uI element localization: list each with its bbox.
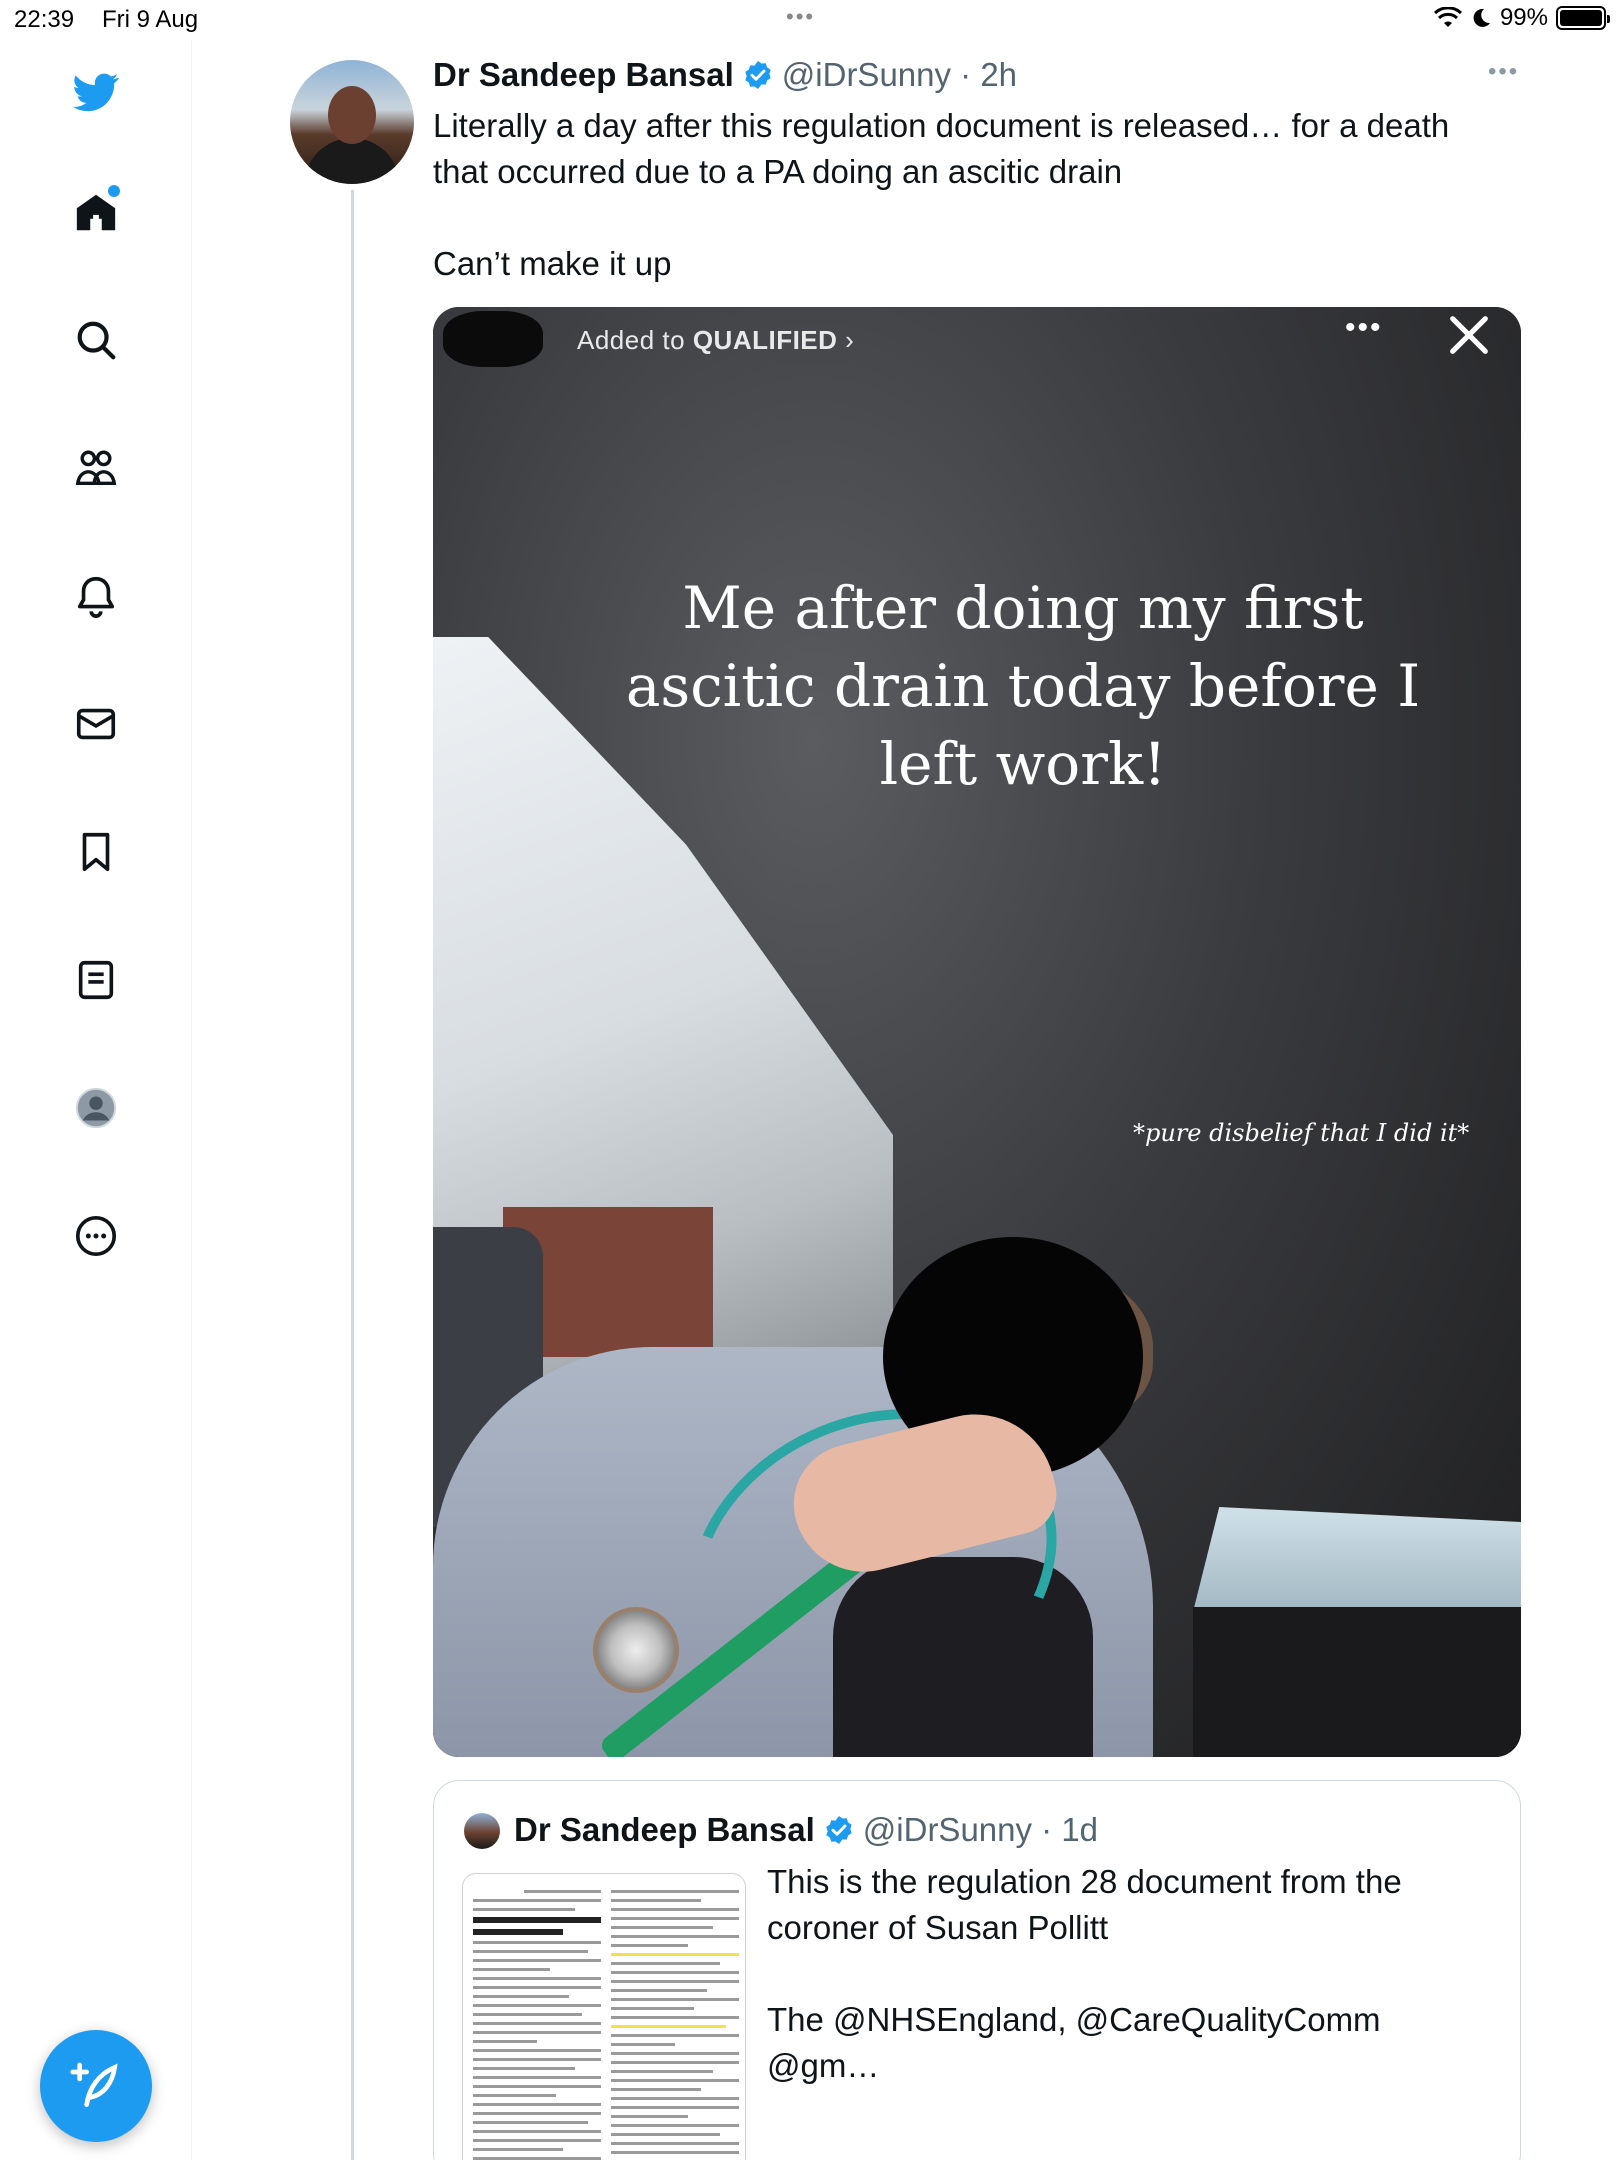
search-icon[interactable]	[66, 310, 126, 370]
tweet-text: Literally a day after this regulation do…	[433, 103, 1513, 287]
tweet-text-line: Can’t make it up	[433, 245, 672, 282]
tweet-media-image[interactable]: Added to QUALIFIED › ••• Me after doing …	[433, 307, 1521, 1757]
story-subcaption: *pure disbelief that I did it*	[1133, 1119, 1470, 1147]
multitasking-dots-icon[interactable]: •••	[786, 4, 815, 30]
bookmark-icon[interactable]	[66, 822, 126, 882]
tweet-header: Dr Sandeep Bansal @iDrSunny · 2h	[433, 56, 1017, 94]
story-label-chevron: ›	[837, 325, 855, 355]
bird-icon[interactable]	[66, 62, 126, 122]
more-circle-icon[interactable]	[66, 1206, 126, 1266]
profile-icon[interactable]	[66, 1078, 126, 1138]
moon-icon	[1473, 8, 1490, 27]
verified-badge-icon	[826, 1816, 852, 1844]
quoted-document-thumbnail	[462, 1873, 746, 2160]
tweet-text-line: Literally a day after this regulation do…	[433, 107, 1450, 190]
quoted-tweet[interactable]: Dr Sandeep Bansal @iDrSunny · 1d This is…	[433, 1780, 1521, 2160]
story-caption: Me after doing my first ascitic drain to…	[625, 574, 1421, 798]
quoted-tweet-header: Dr Sandeep Bansal @iDrSunny · 1d	[514, 1811, 1098, 1849]
author-avatar[interactable]	[290, 60, 414, 184]
status-bar: 22:39 Fri 9 Aug ••• 99%	[0, 0, 1620, 40]
status-time: 22:39	[14, 6, 75, 33]
compose-tweet-button[interactable]	[40, 2030, 152, 2142]
list-icon[interactable]	[66, 950, 126, 1010]
redaction-scribble	[443, 311, 543, 367]
battery-icon	[1556, 6, 1610, 30]
quoted-author-handle-time: @iDrSunny · 1d	[862, 1811, 1099, 1848]
mail-icon[interactable]	[66, 694, 126, 754]
close-icon	[1450, 316, 1488, 354]
quoted-author-avatar	[464, 1813, 500, 1849]
wifi-icon	[1433, 7, 1462, 27]
status-date: Fri 9 Aug	[102, 6, 199, 33]
bell-icon[interactable]	[66, 566, 126, 626]
author-handle-time[interactable]: @iDrSunny · 2h	[782, 56, 1017, 94]
people-icon[interactable]	[66, 438, 126, 498]
author-name[interactable]: Dr Sandeep Bansal	[433, 56, 734, 94]
story-label: Added to QUALIFIED ›	[577, 325, 854, 356]
sidebar-nav	[0, 40, 192, 2160]
status-indicators: 99%	[1433, 4, 1610, 32]
tweet-more-icon[interactable]: •••	[1488, 58, 1519, 86]
notification-dot	[108, 185, 120, 197]
story-label-prefix: Added to	[577, 325, 693, 355]
story-label-highlight: QUALIFIED	[692, 325, 838, 355]
verified-badge-icon	[745, 61, 771, 89]
quoted-author-name: Dr Sandeep Bansal	[514, 1811, 815, 1848]
battery-percent: 99%	[1499, 4, 1548, 31]
quoted-text-line: The @NHSEngland, @CareQualityComm @gm…	[767, 2001, 1381, 2084]
home-icon[interactable]	[66, 183, 126, 243]
story-more-icon: •••	[1345, 311, 1383, 344]
feather-plus-icon	[70, 2062, 118, 2107]
thread-line	[351, 190, 354, 2160]
quoted-tweet-text: This is the regulation 28 document from …	[767, 1859, 1497, 2089]
quoted-text-line: This is the regulation 28 document from …	[767, 1863, 1402, 1946]
